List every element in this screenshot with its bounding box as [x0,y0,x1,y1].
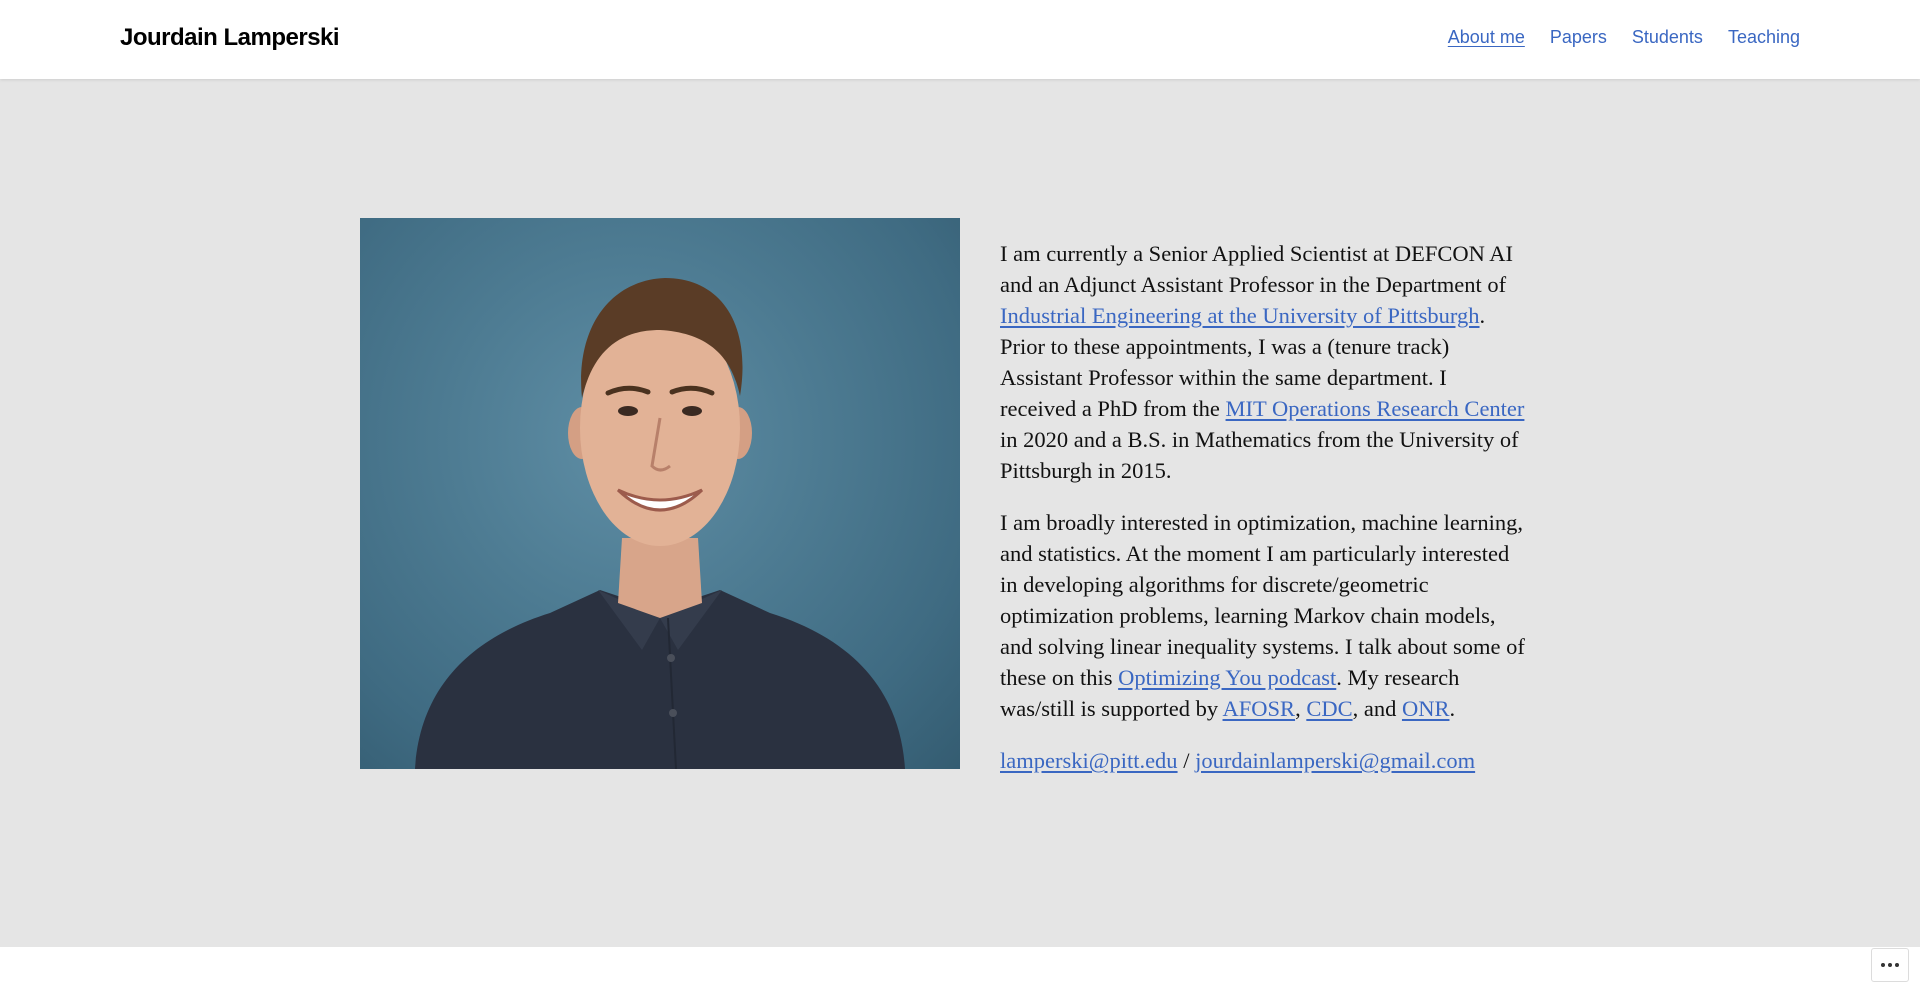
nav-papers[interactable]: Papers [1550,27,1607,48]
bio-text: in 2020 and a B.S. in Mathematics from t… [1000,427,1519,483]
link-cdc[interactable]: CDC [1306,696,1352,721]
link-afosr[interactable]: AFOSR [1223,696,1296,721]
bio-text: I am broadly interested in optimization,… [1000,510,1525,690]
dot [1881,963,1885,967]
bio-section: I am currently a Senior Applied Scientis… [1000,238,1525,797]
separator-text: , [1295,696,1307,721]
bio-text: . [1449,696,1456,721]
bio-paragraph-appointments: I am currently a Senior Applied Scientis… [1000,238,1525,486]
contact-emails: lamperski@pitt.edu / jourdainlamperski@g… [1000,745,1525,776]
dot [1895,963,1899,967]
site-header: Jourdain Lamperski About me Papers Stude… [0,0,1920,79]
profile-photo [360,218,960,769]
site-footer [0,947,1920,993]
email-link-gmail[interactable]: jourdainlamperski@gmail.com [1195,748,1475,773]
separator-text: , and [1352,696,1402,721]
ellipsis-icon[interactable] [1871,948,1909,982]
separator-text: / [1177,748,1196,773]
bio-text: I am currently a Senior Applied Scientis… [1000,241,1514,297]
nav-teaching[interactable]: Teaching [1728,27,1800,48]
email-link-pitt[interactable]: lamperski@pitt.edu [1000,748,1178,773]
link-mit-orc[interactable]: MIT Operations Research Center [1226,396,1525,421]
main-navigation: About me Papers Students Teaching [1448,27,1800,48]
site-title-link[interactable]: Jourdain Lamperski [120,24,340,52]
link-onr[interactable]: ONR [1402,696,1450,721]
link-optimizing-you-podcast[interactable]: Optimizing You podcast [1118,665,1336,690]
nav-students[interactable]: Students [1632,27,1703,48]
dot [1888,963,1892,967]
nav-about-me[interactable]: About me [1448,27,1525,48]
link-pitt-industrial-engineering[interactable]: Industrial Engineering at the University… [1000,303,1480,328]
main-content [0,79,1920,947]
bio-paragraph-interests: I am broadly interested in optimization,… [1000,507,1525,724]
